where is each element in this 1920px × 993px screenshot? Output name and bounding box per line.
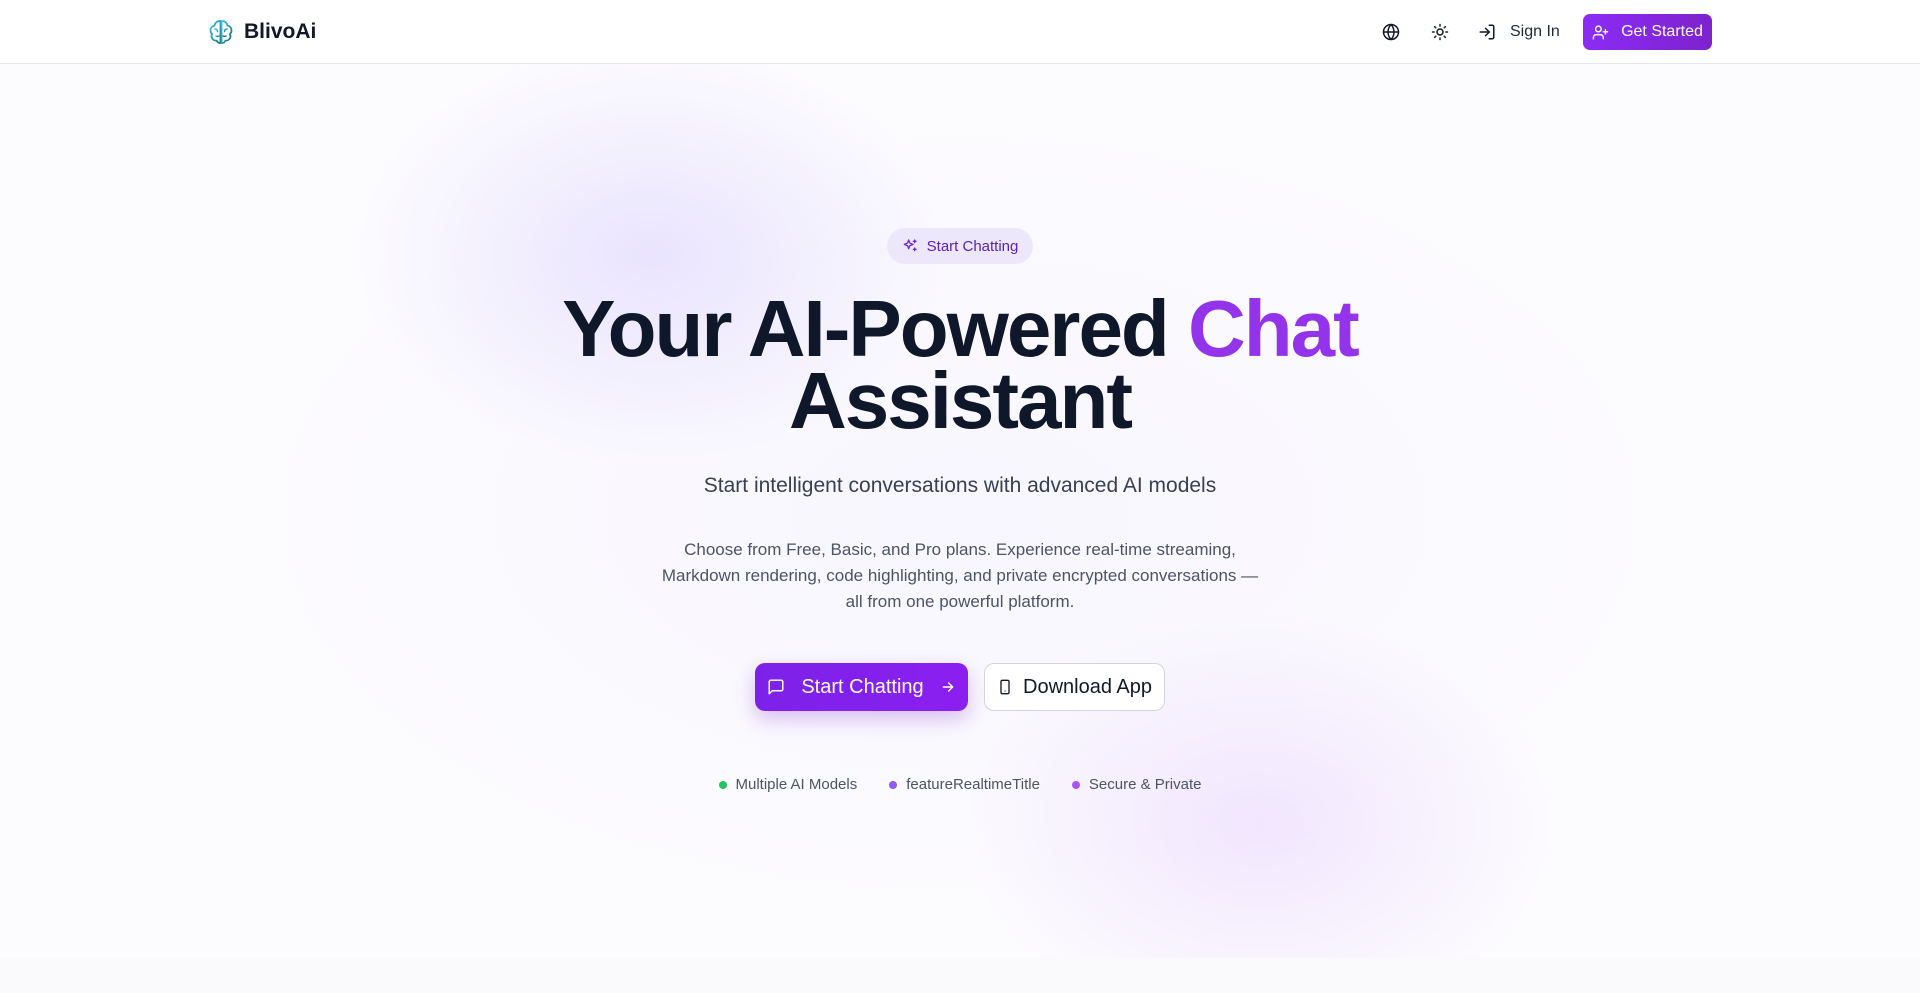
brain-icon bbox=[209, 20, 233, 44]
download-app-label: Download App bbox=[1023, 675, 1152, 698]
hero-subtitle: Start intelligent conversations with adv… bbox=[703, 474, 1217, 497]
feature-list: Multiple AI Models featureRealtimeTitle … bbox=[460, 776, 1460, 793]
feature-label: Multiple AI Models bbox=[735, 776, 858, 793]
globe-icon bbox=[1382, 23, 1400, 41]
brand-name: BlivoAi bbox=[244, 20, 317, 43]
theme-toggle-button[interactable] bbox=[1426, 18, 1454, 46]
sign-in-label: Sign In bbox=[1510, 23, 1560, 40]
status-dot bbox=[718, 780, 727, 789]
feature-label: Secure & Private bbox=[1088, 776, 1202, 793]
section-divider bbox=[0, 958, 1920, 993]
feature-item-multiple-models: Multiple AI Models bbox=[718, 776, 858, 793]
get-started-label: Get Started bbox=[1621, 23, 1703, 40]
feature-item-secure: Secure & Private bbox=[1071, 776, 1202, 793]
headline-accent: Chat bbox=[1188, 284, 1360, 373]
headline-line2: Assistant bbox=[788, 356, 1133, 445]
hero-background bbox=[0, 64, 1920, 958]
language-button[interactable] bbox=[1377, 18, 1405, 46]
start-chatting-button[interactable]: Start Chatting bbox=[755, 663, 968, 711]
status-dot bbox=[889, 780, 898, 789]
start-chatting-badge: Start Chatting bbox=[887, 228, 1033, 264]
page-title: Your AI-Powered Chat Assistant bbox=[460, 289, 1460, 441]
get-started-button[interactable]: Get Started bbox=[1583, 14, 1712, 50]
start-chatting-label: Start Chatting bbox=[801, 675, 924, 698]
feature-item-realtime: featureRealtimeTitle bbox=[889, 776, 1040, 793]
hero-description: Choose from Free, Basic, and Pro plans. … bbox=[661, 540, 1259, 611]
feature-label: featureRealtimeTitle bbox=[906, 776, 1040, 793]
brand-link[interactable]: BlivoAi bbox=[206, 17, 316, 47]
sun-icon bbox=[1431, 23, 1449, 41]
arrow-right-icon bbox=[942, 682, 954, 692]
log-in-icon bbox=[1479, 24, 1495, 40]
smartphone-icon bbox=[1000, 679, 1010, 695]
landing-page: BlivoAi Sign In Get Started Start Chatti… bbox=[0, 0, 1920, 993]
download-app-button[interactable]: Download App bbox=[984, 663, 1165, 711]
badge-label: Start Chatting bbox=[926, 237, 1019, 255]
message-square-icon bbox=[768, 679, 784, 695]
user-plus-icon bbox=[1592, 24, 1609, 40]
sparkles-icon bbox=[903, 239, 917, 252]
status-dot bbox=[1071, 780, 1080, 789]
sign-in-button[interactable]: Sign In bbox=[1478, 16, 1560, 48]
top-navbar: BlivoAi Sign In Get Started bbox=[0, 0, 1920, 64]
